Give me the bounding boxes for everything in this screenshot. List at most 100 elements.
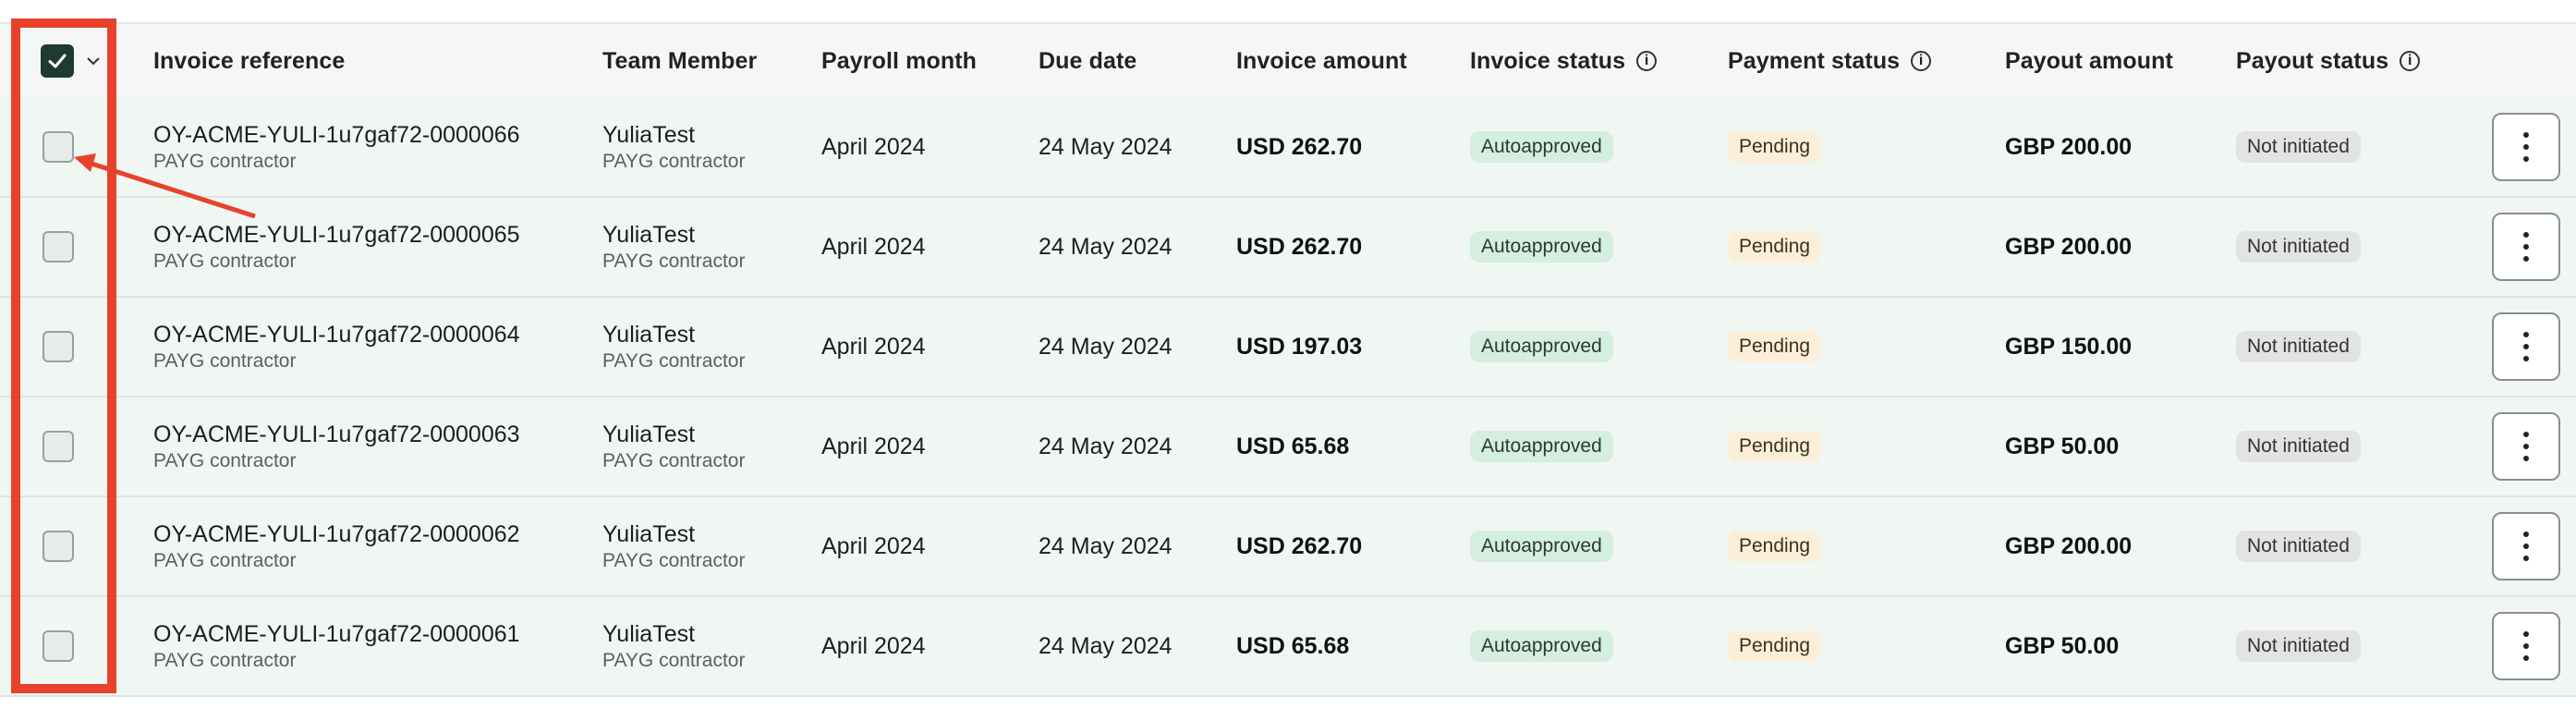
payout-status-badge: Not initiated <box>2236 231 2361 263</box>
payroll-month: April 2024 <box>821 233 926 260</box>
team-member-name: YuliaTest <box>602 422 696 447</box>
payout-amount: GBP 50.00 <box>2005 433 2120 459</box>
table-row: OY-ACME-YULI-1u7gaf72-0000062 PAYG contr… <box>0 497 2576 597</box>
invoice-reference[interactable]: OY-ACME-YULI-1u7gaf72-0000061 <box>153 619 520 649</box>
team-member-type: PAYG contractor <box>602 350 746 372</box>
invoice-reference[interactable]: OY-ACME-YULI-1u7gaf72-0000065 <box>153 220 520 250</box>
team-member-type: PAYG contractor <box>602 450 746 471</box>
invoice-type: PAYG contractor <box>153 450 297 471</box>
payment-status-badge: Pending <box>1728 331 1822 362</box>
invoice-amount: USD 197.03 <box>1236 333 1363 360</box>
team-member-name: YuliaTest <box>602 222 696 248</box>
invoice-type: PAYG contractor <box>153 251 297 272</box>
row-actions-button[interactable] <box>2492 412 2560 481</box>
invoice-status-badge: Autoapproved <box>1470 531 1613 562</box>
invoice-amount: USD 262.70 <box>1236 532 1363 559</box>
invoice-status-badge: Autoapproved <box>1470 131 1613 163</box>
col-payout-status-label: Payout status <box>2236 47 2389 74</box>
invoice-reference[interactable]: OY-ACME-YULI-1u7gaf72-0000064 <box>153 320 520 349</box>
col-invoice-status-label: Invoice status <box>1470 47 1626 74</box>
invoice-status-badge: Autoapproved <box>1470 431 1613 462</box>
payout-status-badge: Not initiated <box>2236 431 2361 462</box>
invoice-reference[interactable]: OY-ACME-YULI-1u7gaf72-0000063 <box>153 420 520 449</box>
row-actions-button[interactable] <box>2492 512 2560 580</box>
due-date: 24 May 2024 <box>1039 233 1173 260</box>
payroll-month: April 2024 <box>821 632 926 659</box>
payroll-month: April 2024 <box>821 333 926 360</box>
invoices-table: Invoice reference Team Member Payroll mo… <box>0 22 2576 706</box>
payment-status-badge: Pending <box>1728 630 1822 662</box>
team-member-name: YuliaTest <box>602 122 696 148</box>
invoice-amount: USD 262.70 <box>1236 133 1363 160</box>
row-checkbox[interactable] <box>43 331 74 362</box>
payout-amount: GBP 50.00 <box>2005 632 2120 659</box>
team-member-type: PAYG contractor <box>602 151 746 172</box>
invoice-amount: USD 65.68 <box>1236 433 1350 459</box>
row-actions-button[interactable] <box>2492 612 2560 680</box>
row-actions-button[interactable] <box>2492 213 2560 281</box>
row-actions-button[interactable] <box>2492 113 2560 181</box>
row-actions-button[interactable] <box>2492 312 2560 381</box>
col-payment-status-label: Payment status <box>1728 47 1901 74</box>
select-all-checkbox[interactable] <box>41 44 74 78</box>
payout-amount: GBP 200.00 <box>2005 233 2132 260</box>
col-invoice-reference[interactable]: Invoice reference <box>153 24 345 98</box>
invoice-status-badge: Autoapproved <box>1470 630 1613 662</box>
payment-status-badge: Pending <box>1728 231 1822 263</box>
chevron-down-icon[interactable] <box>87 55 100 67</box>
invoice-reference[interactable]: OY-ACME-YULI-1u7gaf72-0000066 <box>153 120 520 150</box>
row-checkbox[interactable] <box>43 431 74 462</box>
payout-amount: GBP 200.00 <box>2005 133 2132 160</box>
payment-status-badge: Pending <box>1728 531 1822 562</box>
invoice-status-badge: Autoapproved <box>1470 331 1613 362</box>
info-icon[interactable]: i <box>1911 51 1932 71</box>
select-all-control[interactable] <box>41 24 100 98</box>
invoice-type: PAYG contractor <box>153 550 297 571</box>
payout-amount: GBP 150.00 <box>2005 333 2132 360</box>
col-team-member[interactable]: Team Member <box>602 24 757 98</box>
invoice-type: PAYG contractor <box>153 151 297 172</box>
table-row: OY-ACME-YULI-1u7gaf72-0000064 PAYG contr… <box>0 298 2576 397</box>
invoice-amount: USD 262.70 <box>1236 233 1363 260</box>
table-row: OY-ACME-YULI-1u7gaf72-0000066 PAYG contr… <box>0 98 2576 198</box>
team-member-type: PAYG contractor <box>602 251 746 272</box>
col-payroll-month[interactable]: Payroll month <box>821 24 977 98</box>
team-member-name: YuliaTest <box>602 521 696 547</box>
due-date: 24 May 2024 <box>1039 532 1173 559</box>
due-date: 24 May 2024 <box>1039 433 1173 459</box>
row-checkbox[interactable] <box>43 531 74 562</box>
table-row: OY-ACME-YULI-1u7gaf72-0000065 PAYG contr… <box>0 198 2576 298</box>
payout-status-badge: Not initiated <box>2236 131 2361 163</box>
row-checkbox[interactable] <box>43 630 74 662</box>
payroll-month: April 2024 <box>821 433 926 459</box>
payout-status-badge: Not initiated <box>2236 531 2361 562</box>
table-row: OY-ACME-YULI-1u7gaf72-0000063 PAYG contr… <box>0 397 2576 497</box>
table-row: OY-ACME-YULI-1u7gaf72-0000061 PAYG contr… <box>0 597 2576 697</box>
team-member-type: PAYG contractor <box>602 550 746 571</box>
info-icon[interactable]: i <box>2400 51 2421 71</box>
col-payout-amount[interactable]: Payout amount <box>2005 24 2173 98</box>
col-invoice-amount[interactable]: Invoice amount <box>1236 24 1407 98</box>
invoice-reference[interactable]: OY-ACME-YULI-1u7gaf72-0000062 <box>153 519 520 549</box>
row-checkbox[interactable] <box>43 231 74 263</box>
payment-status-badge: Pending <box>1728 131 1822 163</box>
payment-status-badge: Pending <box>1728 431 1822 462</box>
due-date: 24 May 2024 <box>1039 333 1173 360</box>
due-date: 24 May 2024 <box>1039 133 1173 160</box>
table-header: Invoice reference Team Member Payroll mo… <box>0 22 2576 100</box>
col-payout-status[interactable]: Payout status i <box>2236 24 2421 98</box>
due-date: 24 May 2024 <box>1039 632 1173 659</box>
col-payment-status[interactable]: Payment status i <box>1728 24 1932 98</box>
col-invoice-status[interactable]: Invoice status i <box>1470 24 1658 98</box>
invoice-status-badge: Autoapproved <box>1470 231 1613 263</box>
row-checkbox[interactable] <box>43 131 74 163</box>
payout-amount: GBP 200.00 <box>2005 532 2132 559</box>
team-member-type: PAYG contractor <box>602 650 746 671</box>
team-member-name: YuliaTest <box>602 322 696 348</box>
payroll-month: April 2024 <box>821 532 926 559</box>
info-icon[interactable]: i <box>1636 51 1658 71</box>
checkmark-icon <box>48 54 67 68</box>
team-member-name: YuliaTest <box>602 621 696 647</box>
invoice-type: PAYG contractor <box>153 350 297 372</box>
col-due-date[interactable]: Due date <box>1039 24 1136 98</box>
